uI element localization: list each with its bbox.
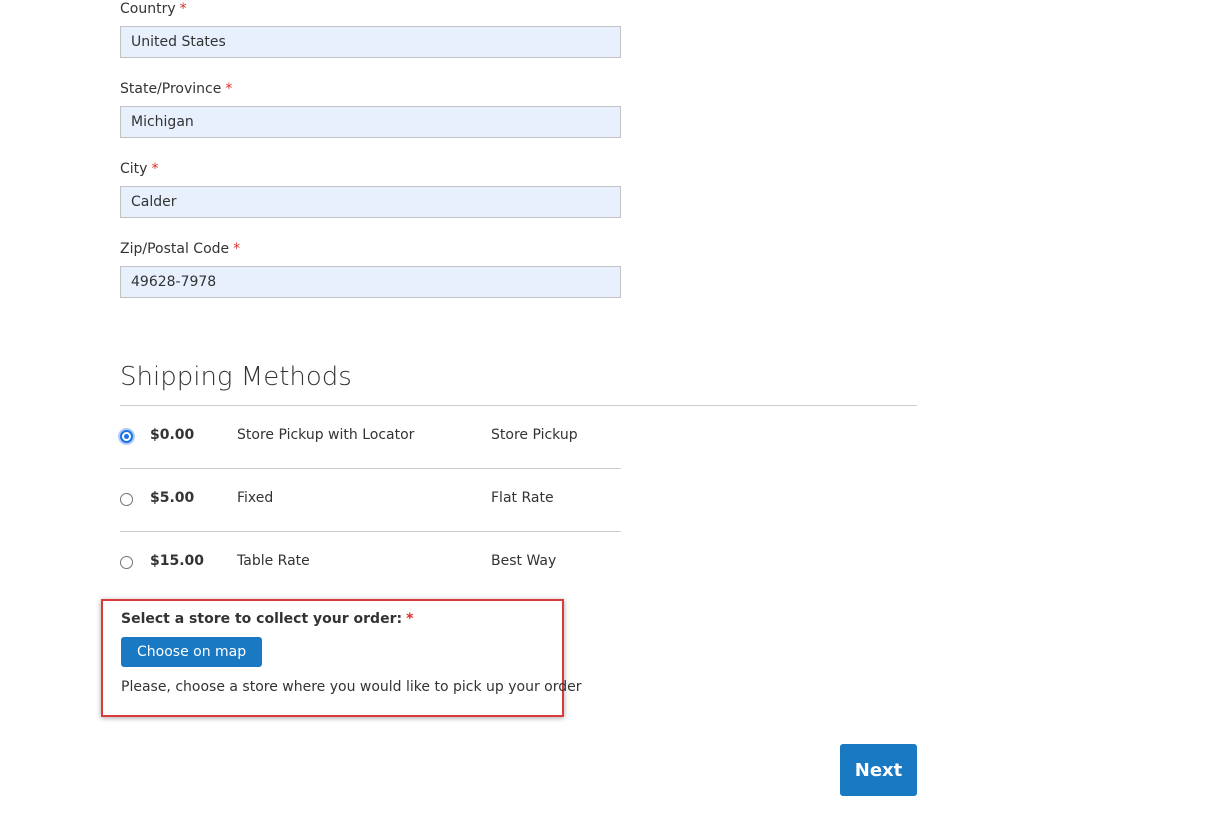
required-marker: * [179, 1, 187, 17]
shipping-method-carrier: Store Pickup [491, 427, 578, 443]
shipping-method-radio[interactable] [120, 493, 133, 506]
required-marker: * [406, 611, 414, 627]
shipping-method-radio[interactable] [120, 556, 133, 569]
zip-label-text: Zip/Postal Code [120, 241, 230, 257]
required-marker: * [225, 81, 233, 97]
required-marker: * [151, 161, 159, 177]
state-label: State/Province * [120, 80, 232, 98]
city-label: City * [120, 160, 158, 178]
shipping-method-name: Fixed [237, 490, 274, 506]
shipping-method-carrier: Best Way [491, 553, 557, 569]
required-marker: * [233, 241, 241, 257]
shipping-method-price: $0.00 [150, 427, 195, 443]
choose-on-map-button[interactable]: Choose on map [121, 637, 263, 667]
shipping-method-row[interactable]: $15.00 Table Rate Best Way [120, 532, 621, 595]
state-select[interactable] [120, 106, 621, 138]
shipping-method-row[interactable]: $5.00 Fixed Flat Rate [120, 469, 621, 532]
checkout-shipping-page: Country* State/Province* City* Zip/Posta… [0, 0, 1217, 833]
shipping-methods-title: Shipping Methods [120, 362, 352, 392]
next-button[interactable]: Next [840, 744, 917, 796]
zip-label: Zip/Postal Code * [120, 240, 240, 258]
shipping-method-row[interactable]: $0.00 Store Pickup with Locator Store Pi… [120, 406, 621, 469]
store-select-label: Select a store to collect your order: * [121, 611, 413, 627]
shipping-method-radio-checked[interactable] [120, 430, 133, 443]
state-label-text: State/Province [120, 81, 222, 97]
country-label: Country * [120, 0, 187, 18]
shipping-method-carrier: Flat Rate [491, 490, 554, 506]
country-select[interactable] [120, 26, 621, 58]
shipping-method-price: $5.00 [150, 490, 195, 506]
zip-input[interactable] [120, 266, 621, 298]
city-input[interactable] [120, 186, 621, 218]
city-label-text: City [120, 161, 148, 177]
shipping-method-name: Table Rate [237, 553, 310, 569]
store-select-label-text: Select a store to collect your order: [121, 611, 403, 627]
store-pickup-hint: Please, choose a store where you would l… [121, 679, 582, 695]
country-label-text: Country [120, 1, 176, 17]
shipping-method-price: $15.00 [150, 553, 205, 569]
store-pickup-highlight-box: Select a store to collect your order: * C… [101, 599, 581, 717]
shipping-method-name: Store Pickup with Locator [237, 427, 415, 443]
